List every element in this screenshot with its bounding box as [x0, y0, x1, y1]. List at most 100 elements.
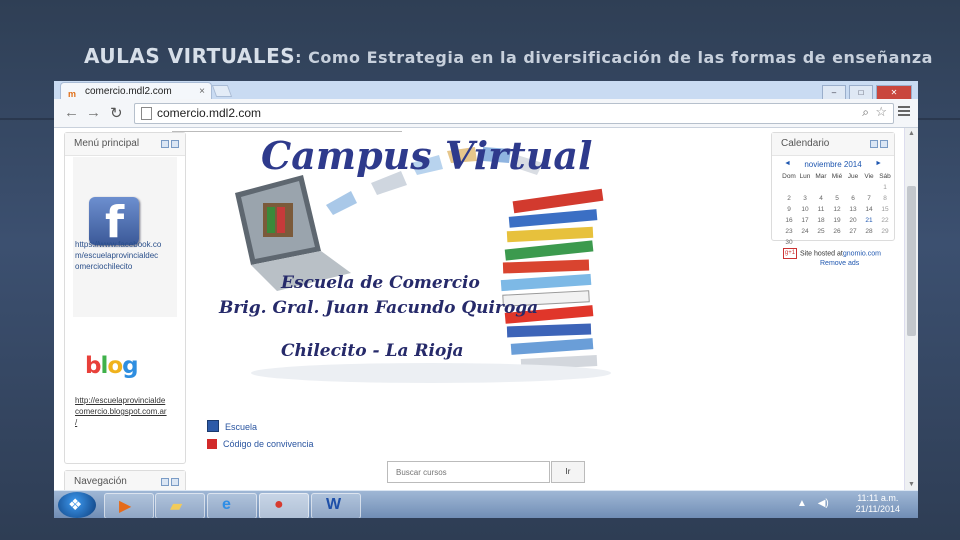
- start-button[interactable]: ❖: [58, 492, 96, 518]
- calendar-day: 10: [801, 206, 809, 213]
- calendar-week: 1: [781, 182, 893, 193]
- search-go-button[interactable]: Ir: [551, 461, 585, 483]
- block-dock-icon[interactable]: [171, 140, 179, 148]
- campus-banner: Campus Virtual Escuela de Comercio Brig.…: [211, 133, 647, 386]
- minimize-button[interactable]: –: [822, 85, 846, 100]
- internet-explorer-icon: e: [222, 496, 231, 513]
- hosting-notice: g+1 Site hosted atgnomio.com Remove ads: [783, 248, 881, 267]
- browser-tab[interactable]: m comercio.mdl2.com ×: [60, 82, 212, 100]
- block-header: Menú principal: [65, 133, 185, 156]
- taskbar-internet-explorer[interactable]: e: [207, 493, 257, 518]
- gnomio-link[interactable]: gnomio.com: [843, 250, 881, 257]
- calendar-block: Calendario ◄ noviembre 2014 ► Dom Lun Ma…: [771, 132, 895, 246]
- taskbar-explorer[interactable]: ▰: [155, 493, 205, 518]
- url-text[interactable]: comercio.mdl2.com: [157, 106, 261, 120]
- block-dock-icon[interactable]: [171, 478, 179, 486]
- blog-icon[interactable]: blog: [85, 353, 139, 379]
- maximize-button[interactable]: □: [849, 85, 873, 100]
- calendar-day: 17: [801, 217, 809, 224]
- facebook-link[interactable]: https://www.facebook.co m/escuelaprovinc…: [75, 239, 161, 272]
- prev-month-icon[interactable]: ◄: [784, 160, 791, 167]
- scroll-up-icon[interactable]: ▲: [908, 130, 915, 137]
- clock[interactable]: 11:11 a.m. 21/11/2014: [856, 493, 900, 515]
- calendar-day: 28: [865, 228, 873, 235]
- new-tab-button[interactable]: [211, 85, 233, 97]
- block-dock-icon[interactable]: [880, 140, 888, 148]
- banner-location: Chilecito - La Rioja: [281, 341, 464, 361]
- calendar-month[interactable]: noviembre 2014: [804, 160, 861, 169]
- tab-bar: m comercio.mdl2.com × – □ ✕: [54, 81, 918, 100]
- slide-title: AULAS VIRTUALES: Como Estrategia en la d…: [84, 44, 933, 68]
- taskbar-media-player[interactable]: ▶: [104, 493, 154, 518]
- calendar-month-nav: ◄ noviembre 2014 ►: [772, 160, 894, 169]
- search-courses-input[interactable]: [388, 463, 554, 482]
- calendar-day: 29: [881, 228, 889, 235]
- calendar-day: [845, 182, 861, 193]
- calendar-day: 23: [785, 228, 793, 235]
- calendar-day: 25: [817, 228, 825, 235]
- calendar-today: 21: [865, 217, 873, 224]
- scroll-down-icon[interactable]: ▼: [908, 481, 915, 488]
- window-controls: – □ ✕: [819, 82, 912, 100]
- calendar-day: 24: [801, 228, 809, 235]
- facebook-icon[interactable]: f: [89, 197, 139, 248]
- show-hidden-icons-icon[interactable]: ▲: [797, 498, 807, 509]
- taskbar-word[interactable]: W: [311, 493, 361, 518]
- reload-icon[interactable]: ↻: [110, 104, 123, 122]
- pdf-icon: [207, 439, 217, 449]
- calendar-week: 30: [781, 237, 893, 248]
- close-window-button[interactable]: ✕: [876, 85, 912, 100]
- calendar-day: 19: [833, 217, 841, 224]
- codigo-convivencia-link[interactable]: Código de convivencia: [207, 439, 314, 449]
- calendar-day: 27: [849, 228, 857, 235]
- page-content: Menú principal f https://www.facebook.co…: [54, 128, 918, 512]
- search-icon[interactable]: ⌕: [862, 105, 869, 120]
- calendar-day: [797, 237, 813, 248]
- block-hide-icon[interactable]: [161, 140, 169, 148]
- calendar-day: 8: [883, 195, 887, 202]
- calendar-day: 5: [835, 195, 839, 202]
- page-icon: [141, 107, 152, 120]
- taskbar-chrome[interactable]: ●: [259, 493, 309, 518]
- forward-arrow-icon[interactable]: →: [86, 104, 101, 121]
- back-arrow-icon[interactable]: ←: [64, 104, 79, 121]
- course-search: [387, 461, 554, 483]
- banner-school-patron: Brig. Gral. Juan Facundo Quiroga: [219, 298, 539, 318]
- volume-icon[interactable]: ◀): [818, 498, 829, 509]
- calendar-day: 15: [881, 206, 889, 213]
- calendar-day: 16: [785, 217, 793, 224]
- chrome-menu-icon[interactable]: [898, 106, 910, 118]
- vertical-scrollbar[interactable]: ▲ ▼: [904, 128, 918, 490]
- calendar-day: [797, 182, 813, 193]
- clock-date: 21/11/2014: [855, 504, 900, 514]
- calendar-week: 9 10 11 12 13 14 15: [781, 204, 893, 215]
- calendar-day: 13: [849, 206, 857, 213]
- calendar-day: 18: [817, 217, 825, 224]
- scrollbar-thumb[interactable]: [907, 186, 916, 336]
- calendar-day: 30: [785, 239, 793, 246]
- navigation-bar: ← → ↻ comercio.mdl2.com ⌕ ☆: [54, 99, 918, 128]
- block-hide-icon[interactable]: [870, 140, 878, 148]
- block-header: Calendario: [772, 133, 894, 156]
- calendar-day: [813, 237, 829, 248]
- remove-ads-link[interactable]: Remove ads: [820, 260, 859, 267]
- word-icon: W: [326, 496, 342, 513]
- calendar-day: 14: [865, 206, 873, 213]
- folder-icon: ▰: [170, 498, 183, 515]
- close-tab-icon[interactable]: ×: [199, 83, 205, 100]
- bookmark-star-icon[interactable]: ☆: [875, 104, 887, 120]
- address-bar[interactable]: comercio.mdl2.com ⌕ ☆: [134, 103, 894, 124]
- google-plus-icon[interactable]: g+1: [783, 248, 797, 259]
- calendar-day: [877, 237, 893, 248]
- escuela-link[interactable]: Escuela: [207, 420, 257, 432]
- calendar-day: 12: [833, 206, 841, 213]
- calendar-week: 16 17 18 19 20 21 22: [781, 215, 893, 226]
- browser-screenshot: m comercio.mdl2.com × – □ ✕ ← → ↻ comercio…: [54, 81, 918, 518]
- calendar-day: [861, 237, 877, 248]
- blog-link[interactable]: http://escuelaprovincialde comercio.blog…: [75, 395, 167, 428]
- next-month-icon[interactable]: ►: [875, 160, 882, 167]
- calendar-day: [845, 237, 861, 248]
- calendar-day: [829, 237, 845, 248]
- block-hide-icon[interactable]: [161, 478, 169, 486]
- main-menu-block: Menú principal f https://www.facebook.co…: [64, 132, 186, 464]
